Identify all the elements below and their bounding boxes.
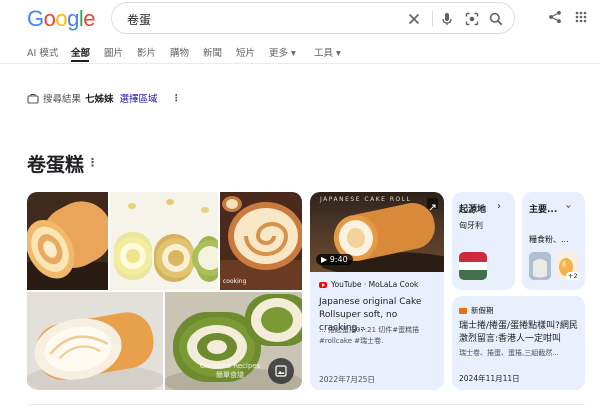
origin-card[interactable]: 起源地 › 匈牙利: [452, 192, 515, 290]
youtube-icon: [319, 281, 327, 288]
expand-icon[interactable]: [427, 198, 438, 211]
entity-title: 卷蛋糕: [27, 154, 85, 176]
image-watermark-christine: Christine Recipes 簡單食譜: [199, 362, 261, 379]
tab-news[interactable]: 新聞: [203, 45, 222, 59]
video-duration-text: 9:40: [329, 255, 348, 264]
search-box[interactable]: 卷蛋: [111, 2, 515, 34]
news-title[interactable]: 瑞士捲/捲蛋/蛋捲點樣叫?網民激烈留言:香港人一定咁叫: [459, 320, 583, 346]
apps-grid-icon[interactable]: [572, 8, 590, 26]
cake-image-3[interactable]: cooking: [220, 192, 302, 290]
cake-image-4[interactable]: [27, 292, 163, 390]
video-source-text: YouTube · MoLaLa Cook: [331, 280, 419, 289]
video-thumb-text: JAPANESE CAKE ROLL: [320, 196, 412, 203]
news-snippet: 瑞士卷、捲蛋、蛋捲,三組截然...: [459, 349, 559, 357]
entity-more-icon[interactable]: ⋮: [87, 156, 98, 169]
tab-images[interactable]: 圖片: [104, 45, 123, 59]
cake-image-5[interactable]: Christine Recipes 簡單食譜: [165, 292, 302, 390]
video-result-card[interactable]: JAPANESE CAKE ROLL ▶ 9:40 YouTube · MoLa…: [310, 192, 444, 390]
section-divider: [27, 404, 585, 405]
ingredients-extra-badge: +2: [566, 272, 580, 280]
image-watermark-cooking: cooking: [223, 278, 247, 285]
google-logo[interactable]: Google: [27, 6, 96, 32]
microphone-icon[interactable]: [437, 9, 457, 29]
lens-icon[interactable]: [462, 9, 482, 29]
tab-ai-mode[interactable]: AI 模式: [27, 45, 58, 59]
share-icon[interactable]: [546, 8, 564, 26]
origin-value: 匈牙利: [459, 221, 483, 230]
location-label: 搜尋結果: [43, 94, 82, 105]
video-date: 2022年7月25日: [319, 375, 375, 384]
chevron-down-icon[interactable]: ›: [563, 205, 574, 209]
logo-letter-g1: G: [27, 6, 44, 31]
logo-letter-e: e: [83, 6, 96, 31]
news-source-text: 新假期: [471, 306, 494, 315]
briefcase-icon: [27, 93, 39, 104]
tab-tools[interactable]: 工具 ▾: [314, 45, 341, 59]
chevron-right-icon: ›: [497, 201, 501, 212]
tab-short-videos[interactable]: 短片: [236, 45, 255, 59]
search-divider: [432, 11, 433, 27]
logo-letter-g2: g: [67, 6, 79, 31]
image-gallery-icon[interactable]: [268, 358, 294, 384]
logo-letter-o1: o: [43, 6, 56, 31]
clear-icon[interactable]: [404, 9, 424, 29]
news-date: 2024年11月11日: [459, 374, 520, 383]
search-input[interactable]: 卷蛋: [127, 11, 151, 28]
active-tab-indicator: [71, 60, 89, 62]
location-row: 搜尋結果 七姊妹 選擇區域 ⋮: [27, 90, 181, 106]
tab-all[interactable]: 全部: [71, 45, 90, 59]
logo-letter-o2: o: [55, 6, 68, 31]
hungary-flag-icon: [459, 252, 487, 280]
location-place: 七姊妹: [85, 94, 114, 105]
cake-image-2[interactable]: [110, 192, 218, 290]
tab-shopping[interactable]: 購物: [170, 45, 189, 59]
ingredients-value: 糧食粉、...: [529, 235, 569, 244]
cake-image-1[interactable]: [27, 192, 108, 290]
video-duration: ▶ 9:40: [316, 254, 353, 265]
tab-videos[interactable]: 影片: [137, 45, 156, 59]
tab-more[interactable]: 更多 ▾: [269, 45, 296, 59]
video-source: YouTube · MoLaLa Cook: [319, 280, 418, 289]
search-icon[interactable]: [486, 9, 506, 29]
news-source: 新假期: [459, 305, 494, 316]
news-favicon: [459, 307, 467, 314]
video-snippet: ... 捲起蛋捲07:21 切件#蛋糕捲 #rollcake #瑞士卷.: [319, 326, 420, 345]
tabs-divider: [0, 63, 600, 64]
ingredients-card[interactable]: 主要... › 糧食粉、... +2: [522, 192, 585, 290]
flour-image: [529, 252, 551, 280]
origin-label: 起源地: [459, 205, 487, 215]
ingredients-label: 主要...: [529, 205, 558, 215]
choose-area-link[interactable]: 選擇區域: [120, 91, 158, 105]
news-result-card[interactable]: 新假期 瑞士捲/捲蛋/蛋捲點樣叫?網民激烈留言:香港人一定咁叫 瑞士卷、捲蛋、蛋…: [452, 296, 585, 390]
location-more-icon[interactable]: ⋮: [172, 93, 182, 104]
video-thumbnail[interactable]: JAPANESE CAKE ROLL ▶ 9:40: [310, 192, 444, 272]
